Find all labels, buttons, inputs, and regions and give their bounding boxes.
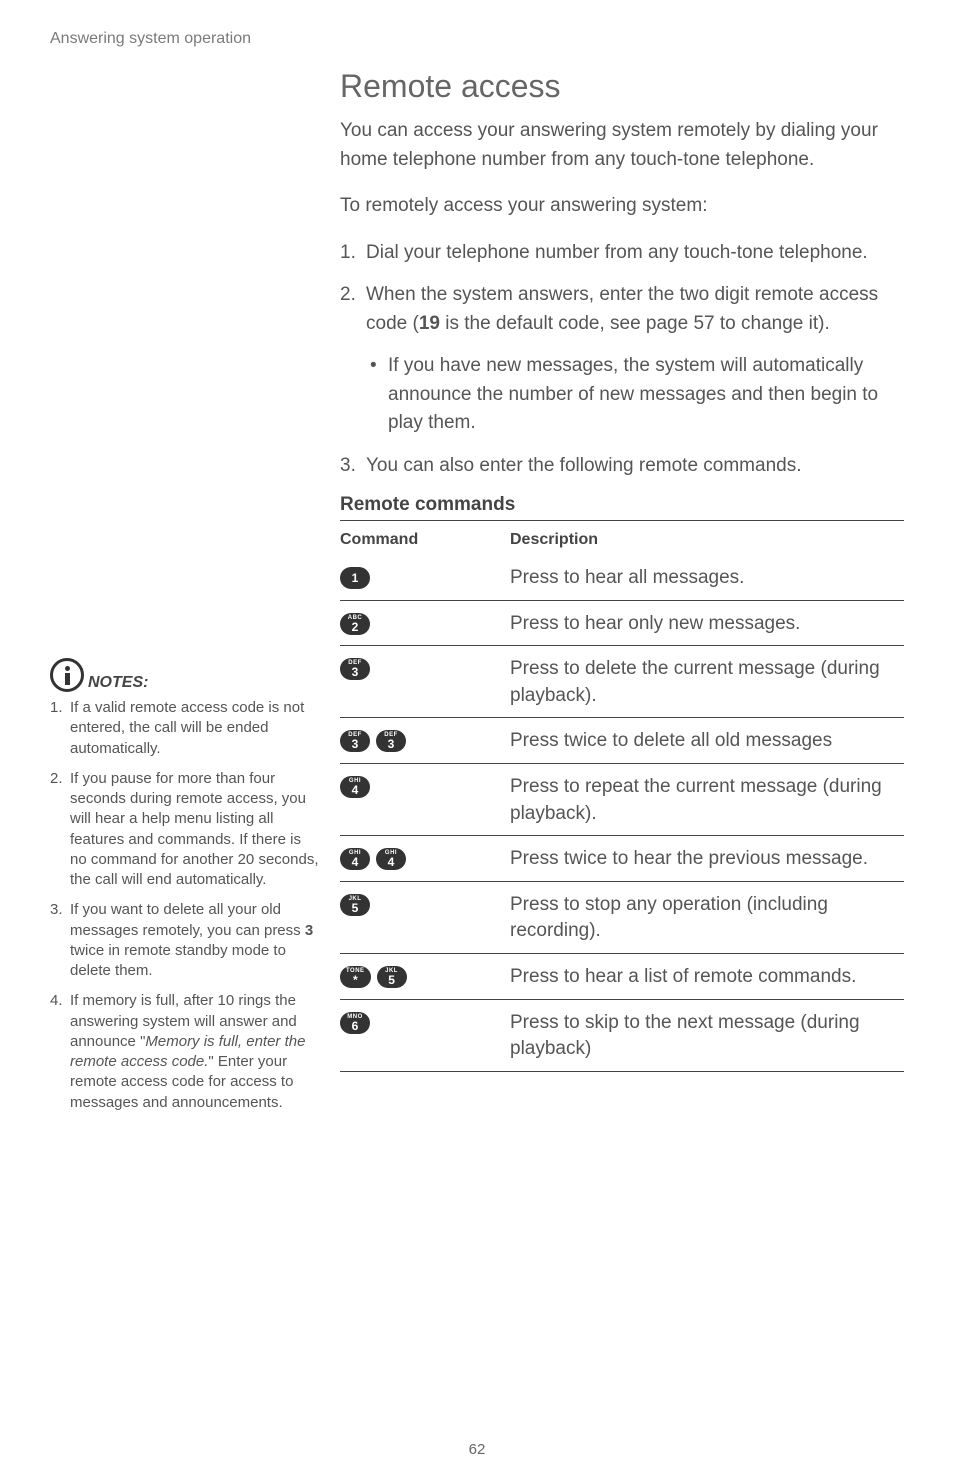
description-cell: Press to hear only new messages. <box>510 611 904 638</box>
step-item: 3. You can also enter the following remo… <box>340 452 904 481</box>
notes-list: 1. If a valid remote access code is not … <box>50 698 320 1113</box>
step-text: Dial your telephone number from any touc… <box>366 239 904 268</box>
command-cell: MNO6 <box>340 1010 510 1034</box>
page-number: 62 <box>0 1441 954 1458</box>
command-cell: GHI4 <box>340 774 510 798</box>
steps-list: 1. Dial your telephone number from any t… <box>340 239 904 339</box>
phone-key-icon: DEF3 <box>340 658 370 680</box>
note-item: 2. If you pause for more than four secon… <box>50 769 320 891</box>
table-header: Command Description <box>340 525 904 555</box>
phone-key-icon: GHI4 <box>340 776 370 798</box>
description-cell: Press to delete the current message (dur… <box>510 656 904 709</box>
description-cell: Press to hear a list of remote commands. <box>510 964 904 991</box>
table-row: DEF3 DEF3 Press twice to delete all old me… <box>340 718 904 764</box>
page-title: Remote access <box>340 68 904 105</box>
bullet-dot: • <box>370 352 388 438</box>
note-item: 4. If memory is full, after 10 rings the… <box>50 991 320 1113</box>
command-cell: JKL5 <box>340 892 510 916</box>
info-icon <box>50 658 84 692</box>
table-row: MNO6 Press to skip to the next message (d… <box>340 1000 904 1072</box>
phone-key-icon: 1 <box>340 567 370 589</box>
command-cell: GHI4 GHI4 <box>340 846 510 870</box>
table-row: ABC2 Press to hear only new messages. <box>340 601 904 647</box>
command-cell: DEF3 <box>340 656 510 680</box>
phone-key-icon: JKL5 <box>377 966 407 988</box>
table-row: DEF3 Press to delete the current message … <box>340 646 904 718</box>
command-cell: ABC2 <box>340 611 510 635</box>
steps-list-continued: 3. You can also enter the following remo… <box>340 452 904 481</box>
notes-sidebar: NOTES: 1. If a valid remote access code … <box>50 68 340 1123</box>
table-row: TONE* JKL5 Press to hear a list of remote … <box>340 954 904 1000</box>
step-number: 3. <box>340 452 366 481</box>
table-row: GHI4 GHI4 Press twice to hear the previous… <box>340 836 904 882</box>
phone-key-icon: TONE* <box>340 966 371 988</box>
step-text: When the system answers, enter the two d… <box>366 281 904 338</box>
note-item: 1. If a valid remote access code is not … <box>50 698 320 759</box>
command-cell: DEF3 DEF3 <box>340 728 510 752</box>
description-cell: Press to stop any operation (including r… <box>510 892 904 945</box>
phone-key-icon: GHI4 <box>376 848 406 870</box>
th-description: Description <box>510 531 904 549</box>
phone-key-icon: DEF3 <box>340 730 370 752</box>
phone-key-icon: GHI4 <box>340 848 370 870</box>
phone-key-icon: JKL5 <box>340 894 370 916</box>
table-row: GHI4 Press to repeat the current message … <box>340 764 904 836</box>
intro-paragraph: You can access your answering system rem… <box>340 117 904 174</box>
phone-key-icon: MNO6 <box>340 1012 370 1034</box>
command-cell: 1 <box>340 565 510 589</box>
step-number: 1. <box>340 239 366 268</box>
step-number: 2. <box>340 281 366 338</box>
note-text: If a valid remote access code is not ent… <box>70 698 320 759</box>
step-text: You can also enter the following remote … <box>366 452 904 481</box>
command-cell: TONE* JKL5 <box>340 964 510 988</box>
sub-bullet-text: If you have new messages, the system wil… <box>388 352 904 438</box>
description-cell: Press to repeat the current message (dur… <box>510 774 904 827</box>
table-row: 1 Press to hear all messages. <box>340 555 904 601</box>
remote-commands-heading: Remote commands <box>340 494 904 521</box>
phone-key-icon: ABC2 <box>340 613 370 635</box>
description-cell: Press to hear all messages. <box>510 565 904 592</box>
note-text: If you want to delete all your old messa… <box>70 900 320 981</box>
note-text: If you pause for more than four seconds … <box>70 769 320 891</box>
notes-heading: NOTES: <box>88 674 148 692</box>
note-number: 3. <box>50 900 70 981</box>
note-number: 2. <box>50 769 70 891</box>
header-section-label: Answering system operation <box>50 30 904 48</box>
note-text: If memory is full, after 10 rings the an… <box>70 991 320 1113</box>
description-cell: Press to skip to the next message (durin… <box>510 1010 904 1063</box>
description-cell: Press twice to delete all old messages <box>510 728 904 755</box>
step-item: 1. Dial your telephone number from any t… <box>340 239 904 268</box>
table-row: JKL5 Press to stop any operation (includi… <box>340 882 904 954</box>
note-number: 1. <box>50 698 70 759</box>
step-item: 2. When the system answers, enter the tw… <box>340 281 904 338</box>
description-cell: Press twice to hear the previous message… <box>510 846 904 873</box>
th-command: Command <box>340 531 510 549</box>
sub-bullet: • If you have new messages, the system w… <box>370 352 904 438</box>
note-item: 3. If you want to delete all your old me… <box>50 900 320 981</box>
phone-key-icon: DEF3 <box>376 730 406 752</box>
note-number: 4. <box>50 991 70 1113</box>
sub-intro: To remotely access your answering system… <box>340 192 904 221</box>
